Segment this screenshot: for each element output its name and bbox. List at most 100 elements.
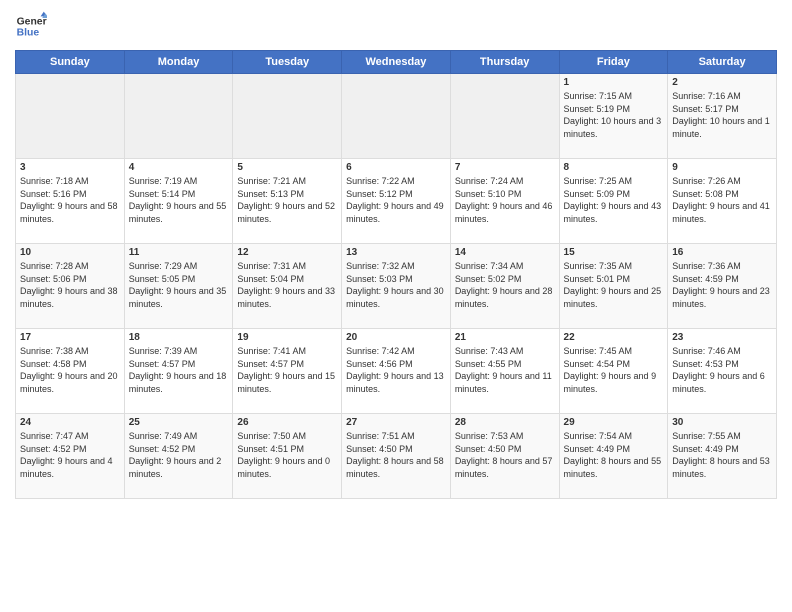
day-number: 29	[564, 417, 664, 428]
day-number: 7	[455, 162, 555, 173]
day-info: Sunrise: 7:54 AMSunset: 4:49 PMDaylight:…	[564, 430, 664, 480]
logo-icon: General Blue	[15, 10, 47, 42]
day-info: Sunrise: 7:21 AMSunset: 5:13 PMDaylight:…	[237, 175, 337, 225]
calendar-cell: 15 Sunrise: 7:35 AMSunset: 5:01 PMDayligh…	[559, 244, 668, 329]
svg-text:General: General	[17, 16, 47, 27]
weekday-header: Wednesday	[342, 51, 451, 74]
day-number: 21	[455, 332, 555, 343]
calendar-cell: 12 Sunrise: 7:31 AMSunset: 5:04 PMDayligh…	[233, 244, 342, 329]
day-info: Sunrise: 7:25 AMSunset: 5:09 PMDaylight:…	[564, 175, 664, 225]
calendar-cell: 22 Sunrise: 7:45 AMSunset: 4:54 PMDayligh…	[559, 329, 668, 414]
day-info: Sunrise: 7:39 AMSunset: 4:57 PMDaylight:…	[129, 345, 229, 395]
day-number: 10	[20, 247, 120, 258]
day-number: 4	[129, 162, 229, 173]
weekday-header: Saturday	[668, 51, 777, 74]
calendar-cell	[233, 74, 342, 159]
calendar-cell: 25 Sunrise: 7:49 AMSunset: 4:52 PMDayligh…	[124, 414, 233, 499]
day-number: 26	[237, 417, 337, 428]
calendar-cell	[450, 74, 559, 159]
day-info: Sunrise: 7:55 AMSunset: 4:49 PMDaylight:…	[672, 430, 772, 480]
calendar-cell: 18 Sunrise: 7:39 AMSunset: 4:57 PMDayligh…	[124, 329, 233, 414]
day-info: Sunrise: 7:47 AMSunset: 4:52 PMDaylight:…	[20, 430, 120, 480]
day-info: Sunrise: 7:41 AMSunset: 4:57 PMDaylight:…	[237, 345, 337, 395]
calendar-cell: 9 Sunrise: 7:26 AMSunset: 5:08 PMDaylight…	[668, 159, 777, 244]
day-number: 14	[455, 247, 555, 258]
day-info: Sunrise: 7:45 AMSunset: 4:54 PMDaylight:…	[564, 345, 664, 395]
calendar-cell: 21 Sunrise: 7:43 AMSunset: 4:55 PMDayligh…	[450, 329, 559, 414]
calendar-week-row: 24 Sunrise: 7:47 AMSunset: 4:52 PMDayligh…	[16, 414, 777, 499]
day-number: 22	[564, 332, 664, 343]
calendar-cell: 28Sunrise: 7:53 AMSunset: 4:50 PMDayligh…	[450, 414, 559, 499]
calendar-cell: 6Sunrise: 7:22 AMSunset: 5:12 PMDaylight…	[342, 159, 451, 244]
day-number: 13	[346, 247, 446, 258]
calendar-cell: 23 Sunrise: 7:46 AMSunset: 4:53 PMDayligh…	[668, 329, 777, 414]
calendar-cell: 16Sunrise: 7:36 AMSunset: 4:59 PMDayligh…	[668, 244, 777, 329]
day-info: Sunrise: 7:24 AMSunset: 5:10 PMDaylight:…	[455, 175, 555, 225]
calendar-cell: 2 Sunrise: 7:16 AMSunset: 5:17 PMDaylight…	[668, 74, 777, 159]
calendar-cell: 4Sunrise: 7:19 AMSunset: 5:14 PMDaylight…	[124, 159, 233, 244]
day-info: Sunrise: 7:51 AMSunset: 4:50 PMDaylight:…	[346, 430, 446, 480]
calendar-cell: 1 Sunrise: 7:15 AMSunset: 5:19 PMDaylight…	[559, 74, 668, 159]
day-number: 9	[672, 162, 772, 173]
calendar-cell: 29 Sunrise: 7:54 AMSunset: 4:49 PMDayligh…	[559, 414, 668, 499]
day-number: 8	[564, 162, 664, 173]
svg-text:Blue: Blue	[17, 28, 40, 39]
weekday-header: Friday	[559, 51, 668, 74]
day-info: Sunrise: 7:42 AMSunset: 4:56 PMDaylight:…	[346, 345, 446, 395]
day-info: Sunrise: 7:34 AMSunset: 5:02 PMDaylight:…	[455, 260, 555, 310]
day-number: 12	[237, 247, 337, 258]
day-number: 18	[129, 332, 229, 343]
calendar-cell: 20 Sunrise: 7:42 AMSunset: 4:56 PMDayligh…	[342, 329, 451, 414]
day-info: Sunrise: 7:29 AMSunset: 5:05 PMDaylight:…	[129, 260, 229, 310]
day-number: 11	[129, 247, 229, 258]
day-info: Sunrise: 7:26 AMSunset: 5:08 PMDaylight:…	[672, 175, 772, 225]
day-info: Sunrise: 7:49 AMSunset: 4:52 PMDaylight:…	[129, 430, 229, 480]
calendar-cell	[342, 74, 451, 159]
calendar-week-row: 10 Sunrise: 7:28 AMSunset: 5:06 PMDayligh…	[16, 244, 777, 329]
calendar-cell: 7 Sunrise: 7:24 AMSunset: 5:10 PMDaylight…	[450, 159, 559, 244]
day-number: 15	[564, 247, 664, 258]
day-number: 1	[564, 77, 664, 88]
day-info: Sunrise: 7:43 AMSunset: 4:55 PMDaylight:…	[455, 345, 555, 395]
calendar-table: SundayMondayTuesdayWednesdayThursdayFrid…	[15, 50, 777, 499]
day-info: Sunrise: 7:38 AMSunset: 4:58 PMDaylight:…	[20, 345, 120, 395]
day-number: 6	[346, 162, 446, 173]
day-number: 23	[672, 332, 772, 343]
day-info: Sunrise: 7:28 AMSunset: 5:06 PMDaylight:…	[20, 260, 120, 310]
weekday-header: Thursday	[450, 51, 559, 74]
calendar-cell: 5Sunrise: 7:21 AMSunset: 5:13 PMDaylight…	[233, 159, 342, 244]
calendar-week-row: 1 Sunrise: 7:15 AMSunset: 5:19 PMDaylight…	[16, 74, 777, 159]
day-info: Sunrise: 7:35 AMSunset: 5:01 PMDaylight:…	[564, 260, 664, 310]
calendar-week-row: 17 Sunrise: 7:38 AMSunset: 4:58 PMDayligh…	[16, 329, 777, 414]
day-number: 3	[20, 162, 120, 173]
calendar-cell	[16, 74, 125, 159]
day-number: 20	[346, 332, 446, 343]
calendar-cell: 10 Sunrise: 7:28 AMSunset: 5:06 PMDayligh…	[16, 244, 125, 329]
weekday-header-row: SundayMondayTuesdayWednesdayThursdayFrid…	[16, 51, 777, 74]
day-number: 2	[672, 77, 772, 88]
calendar-cell: 19Sunrise: 7:41 AMSunset: 4:57 PMDayligh…	[233, 329, 342, 414]
day-info: Sunrise: 7:16 AMSunset: 5:17 PMDaylight:…	[672, 90, 772, 140]
calendar-cell: 14 Sunrise: 7:34 AMSunset: 5:02 PMDayligh…	[450, 244, 559, 329]
calendar-container: General Blue SundayMondayTuesdayWednesda…	[0, 0, 792, 612]
calendar-cell: 3 Sunrise: 7:18 AMSunset: 5:16 PMDaylight…	[16, 159, 125, 244]
day-info: Sunrise: 7:32 AMSunset: 5:03 PMDaylight:…	[346, 260, 446, 310]
day-info: Sunrise: 7:31 AMSunset: 5:04 PMDaylight:…	[237, 260, 337, 310]
calendar-cell	[124, 74, 233, 159]
calendar-cell: 17 Sunrise: 7:38 AMSunset: 4:58 PMDayligh…	[16, 329, 125, 414]
day-info: Sunrise: 7:46 AMSunset: 4:53 PMDaylight:…	[672, 345, 772, 395]
header: General Blue	[15, 10, 777, 42]
day-info: Sunrise: 7:15 AMSunset: 5:19 PMDaylight:…	[564, 90, 664, 140]
logo: General Blue	[15, 10, 47, 42]
day-info: Sunrise: 7:36 AMSunset: 4:59 PMDaylight:…	[672, 260, 772, 310]
day-number: 24	[20, 417, 120, 428]
weekday-header: Sunday	[16, 51, 125, 74]
day-info: Sunrise: 7:18 AMSunset: 5:16 PMDaylight:…	[20, 175, 120, 225]
calendar-cell: 8 Sunrise: 7:25 AMSunset: 5:09 PMDaylight…	[559, 159, 668, 244]
day-number: 25	[129, 417, 229, 428]
calendar-cell: 24 Sunrise: 7:47 AMSunset: 4:52 PMDayligh…	[16, 414, 125, 499]
day-number: 28	[455, 417, 555, 428]
day-number: 17	[20, 332, 120, 343]
calendar-week-row: 3 Sunrise: 7:18 AMSunset: 5:16 PMDaylight…	[16, 159, 777, 244]
weekday-header: Tuesday	[233, 51, 342, 74]
